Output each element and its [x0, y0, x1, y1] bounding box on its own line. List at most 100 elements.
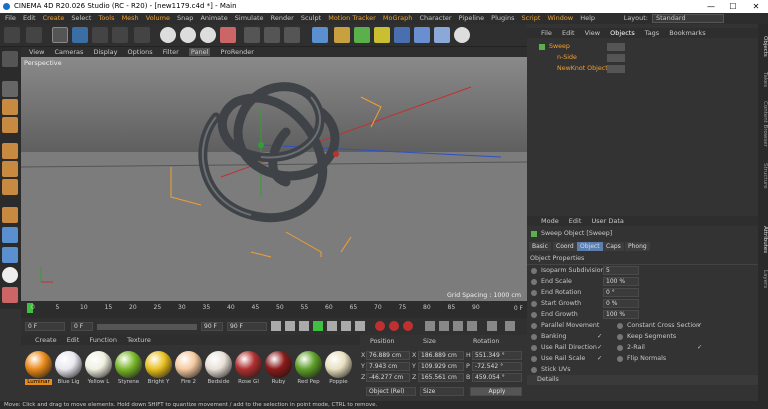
- attr-menu-edit[interactable]: Edit: [569, 217, 582, 225]
- tree-row-nside[interactable]: n-Side: [531, 53, 755, 63]
- use-rail-scale-checkbox[interactable]: ✓: [597, 355, 602, 362]
- timeline-ruler[interactable]: 0 5 10 15 20 25 30 35 40 45 50 55 60 65 70 75 80 85 90 0 F: [21, 301, 527, 318]
- camera-icon[interactable]: [434, 27, 450, 43]
- anim-dot[interactable]: [617, 356, 623, 362]
- viewport-menu-display[interactable]: Display: [94, 48, 118, 56]
- key-selection-icon[interactable]: [403, 321, 413, 331]
- tab-objects[interactable]: Objects: [758, 28, 768, 64]
- end-frame-field[interactable]: 90 F: [201, 322, 223, 331]
- material-ball[interactable]: [55, 351, 82, 378]
- material-ball[interactable]: [295, 351, 322, 378]
- tab-attributes[interactable]: Attributes: [758, 219, 768, 261]
- attr-tab-phong[interactable]: Phong: [625, 242, 650, 251]
- material-ball[interactable]: [325, 351, 352, 378]
- anim-dot[interactable]: [531, 367, 537, 373]
- attr-tab-coord[interactable]: Coord: [553, 242, 577, 251]
- anim-dot[interactable]: [617, 323, 623, 329]
- timeline-menu-icon[interactable]: [505, 321, 515, 331]
- pen-spline-icon[interactable]: [334, 27, 350, 43]
- menu-window[interactable]: Window: [547, 14, 573, 22]
- attr-tab-caps[interactable]: Caps: [603, 242, 624, 251]
- tree-row-sweep[interactable]: Sweep: [531, 42, 755, 52]
- menu-render[interactable]: Render: [271, 14, 294, 22]
- viewport-menu-prorender[interactable]: ProRender: [221, 48, 254, 56]
- menu-pipeline[interactable]: Pipeline: [459, 14, 484, 22]
- rotation-h-field[interactable]: 551.349 °: [472, 351, 522, 360]
- banking-checkbox[interactable]: ✓: [597, 333, 602, 340]
- material-ball[interactable]: [145, 351, 172, 378]
- attr-tab-object[interactable]: Object: [577, 242, 603, 251]
- material-menu-function[interactable]: Function: [89, 336, 117, 344]
- current-frame-field[interactable]: 0 F: [25, 322, 65, 331]
- render-settings-icon[interactable]: [284, 27, 300, 43]
- viewport-menu-view[interactable]: View: [29, 48, 44, 56]
- enable-axis-icon[interactable]: [2, 207, 18, 223]
- menu-create[interactable]: Create: [43, 14, 65, 22]
- size-mode-dropdown[interactable]: Size: [420, 387, 464, 396]
- snapping-icon[interactable]: [2, 267, 18, 283]
- menu-motion-tracker[interactable]: Motion Tracker: [328, 14, 376, 22]
- array-icon[interactable]: [374, 27, 390, 43]
- tab-content-browser[interactable]: Content Browser: [758, 96, 768, 152]
- go-to-end-icon[interactable]: [355, 321, 365, 331]
- perspective-viewport[interactable]: Perspective Grid Spacing : 1000 cm: [21, 57, 527, 301]
- menu-mesh[interactable]: Mesh: [122, 14, 139, 22]
- start-growth-field[interactable]: 0 %: [603, 299, 639, 308]
- visibility-toggle[interactable]: [607, 65, 625, 73]
- anim-dot[interactable]: [617, 334, 623, 340]
- redo-icon[interactable]: [26, 27, 42, 43]
- z-axis-lock-icon[interactable]: [200, 27, 216, 43]
- menu-file[interactable]: File: [5, 14, 16, 22]
- light-icon[interactable]: [454, 27, 470, 43]
- scale-tool-icon[interactable]: [92, 27, 108, 43]
- minimize-button[interactable]: —: [700, 0, 722, 13]
- attr-menu-mode[interactable]: Mode: [541, 217, 559, 225]
- play-icon[interactable]: [313, 321, 323, 331]
- deformer-icon[interactable]: [394, 27, 410, 43]
- attr-menu-user-data[interactable]: User Data: [591, 217, 623, 225]
- next-frame-icon[interactable]: [327, 321, 337, 331]
- tab-layers[interactable]: Layers: [758, 266, 768, 292]
- menu-select[interactable]: Select: [71, 14, 91, 22]
- material-ball[interactable]: [25, 351, 52, 378]
- end-scale-field[interactable]: 100 %: [603, 277, 639, 286]
- texture-mode-icon[interactable]: [2, 99, 18, 115]
- viewport-menu-options[interactable]: Options: [128, 48, 153, 56]
- rotation-b-field[interactable]: 459.054 °: [472, 373, 522, 382]
- apply-button[interactable]: Apply: [470, 387, 522, 396]
- anim-dot[interactable]: [531, 301, 537, 307]
- obj-menu-tags[interactable]: Tags: [645, 29, 659, 37]
- end-rotation-field[interactable]: 0 °: [603, 288, 639, 297]
- material-ball[interactable]: [265, 351, 292, 378]
- subdivision-icon[interactable]: [354, 27, 370, 43]
- anim-dot[interactable]: [617, 345, 623, 351]
- record-icon[interactable]: [375, 321, 385, 331]
- start-frame-field[interactable]: 0 F: [71, 322, 93, 331]
- coordinate-mode-dropdown[interactable]: Object (Rel): [366, 387, 416, 396]
- next-key-icon[interactable]: [341, 321, 351, 331]
- maximize-button[interactable]: ☐: [722, 0, 744, 13]
- anim-dot[interactable]: [531, 345, 537, 351]
- layout-dropdown[interactable]: Standard: [652, 14, 724, 23]
- key-rotation-icon[interactable]: [439, 321, 449, 331]
- material-menu-create[interactable]: Create: [35, 336, 57, 344]
- position-y-field[interactable]: 7.943 cm: [366, 362, 410, 371]
- anim-dot[interactable]: [531, 268, 537, 274]
- cube-icon[interactable]: [312, 27, 328, 43]
- undo-icon[interactable]: [4, 27, 20, 43]
- menu-script[interactable]: Script: [522, 14, 541, 22]
- points-mode-icon[interactable]: [2, 143, 18, 159]
- viewport-menu-panel[interactable]: Panel: [188, 48, 211, 56]
- locked-workplane-icon[interactable]: [2, 287, 18, 303]
- key-position-icon[interactable]: [425, 321, 435, 331]
- tree-row-newknot[interactable]: NewKnot Object: [531, 64, 755, 74]
- y-axis-lock-icon[interactable]: [180, 27, 196, 43]
- tab-takes[interactable]: Takes: [758, 68, 768, 92]
- anim-dot[interactable]: [531, 356, 537, 362]
- anim-dot[interactable]: [531, 334, 537, 340]
- autokey-icon[interactable]: [389, 321, 399, 331]
- obj-menu-objects[interactable]: Objects: [610, 29, 635, 37]
- visibility-toggle[interactable]: [607, 43, 625, 51]
- menu-snap[interactable]: Snap: [177, 14, 193, 22]
- anim-dot[interactable]: [531, 279, 537, 285]
